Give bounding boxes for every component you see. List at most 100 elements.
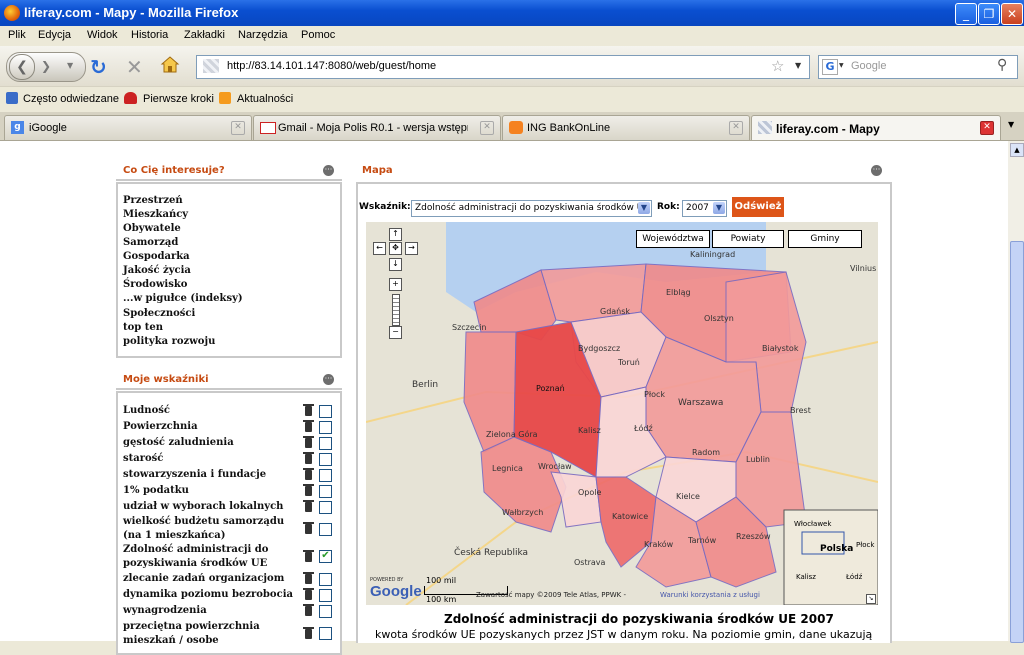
inset-toggle-icon[interactable]: ↘ (866, 594, 876, 604)
trash-icon[interactable] (303, 468, 314, 480)
bookmark-star-icon[interactable]: ☆ (771, 57, 784, 75)
interest-link[interactable]: Obywatele (123, 223, 181, 234)
tab-igoogle[interactable]: g iGoogle ✕ (4, 115, 252, 140)
indicator-checkbox[interactable] (319, 589, 332, 602)
interest-link[interactable]: Samorząd (123, 237, 178, 248)
zoom-out-icon[interactable]: − (389, 326, 402, 339)
portlet-options-icon[interactable]: ··· (871, 165, 882, 176)
trash-icon[interactable] (303, 522, 314, 534)
minimize-button[interactable]: _ (955, 3, 977, 25)
indicator-checkbox[interactable] (319, 501, 332, 514)
pan-down-icon[interactable]: ↓ (389, 258, 402, 271)
search-placeholder[interactable]: Google (851, 60, 886, 72)
close-tab-icon[interactable]: ✕ (980, 121, 994, 135)
interest-link[interactable]: Gospodarka (123, 251, 190, 262)
level-powiaty-button[interactable]: Powiaty (712, 230, 784, 248)
interest-link[interactable]: Społeczności (123, 308, 195, 319)
menu-historia[interactable]: Historia (131, 29, 168, 41)
trash-icon[interactable] (303, 627, 314, 639)
trash-icon[interactable] (303, 404, 314, 416)
menu-widok[interactable]: Widok (87, 29, 118, 41)
close-window-button[interactable]: ✕ (1001, 3, 1023, 25)
trash-icon[interactable] (303, 500, 314, 512)
choropleth-map[interactable]: Gdańsk Szczecin Bydgoszcz Toruń Poznań P… (366, 222, 878, 605)
close-tab-icon[interactable]: ✕ (231, 121, 245, 135)
chevron-down-icon[interactable]: ▼ (638, 202, 650, 214)
tab-list-dropdown-icon[interactable]: ▼ (1008, 120, 1014, 129)
zoom-in-icon[interactable]: + (389, 278, 402, 291)
level-wojewodztwa-button[interactable]: Województwa (636, 230, 710, 248)
menu-edycja[interactable]: Edycja (38, 29, 71, 41)
back-button[interactable]: ❮ (9, 54, 35, 80)
interest-link[interactable]: Mieszkańcy (123, 209, 188, 220)
vertical-scrollbar[interactable]: ▲ (1008, 141, 1024, 643)
url-dropdown-icon[interactable]: ▼ (795, 61, 801, 70)
indicator-checkbox-checked[interactable]: ✔ (319, 550, 332, 563)
trash-icon[interactable] (303, 604, 314, 616)
menu-zakladki[interactable]: Zakładki (184, 29, 225, 41)
maximize-button[interactable]: ❐ (978, 3, 1000, 25)
trash-icon[interactable] (303, 588, 314, 600)
interest-link[interactable]: Przestrzeń (123, 195, 183, 206)
indicator-checkbox[interactable] (319, 523, 332, 536)
portlet-options-icon[interactable]: ··· (323, 165, 334, 176)
bookmark-aktualnosci[interactable]: Aktualności (237, 93, 293, 105)
level-gminy-button[interactable]: Gminy (788, 230, 862, 248)
google-logo[interactable]: Google (370, 583, 422, 600)
menu-pomoc[interactable]: Pomoc (301, 29, 335, 41)
address-bar[interactable]: http://83.14.101.147:8080/web/guest/home… (196, 55, 810, 79)
tab-gmail[interactable]: Gmail - Moja Polis R0.1 - wersja wstępn.… (253, 115, 501, 140)
indicator-checkbox[interactable] (319, 405, 332, 418)
year-select[interactable]: 2007 ▼ (682, 200, 727, 217)
close-tab-icon[interactable]: ✕ (480, 121, 494, 135)
trash-icon[interactable] (303, 572, 314, 584)
search-magnifier-icon[interactable]: ⚲ (997, 57, 1007, 73)
menu-narzedzia[interactable]: Narzędzia (238, 29, 288, 41)
reload-icon[interactable]: ↻ (90, 55, 107, 79)
scroll-thumb[interactable] (1010, 241, 1024, 643)
pan-left-icon[interactable]: ← (373, 242, 386, 255)
indicator-checkbox[interactable] (319, 469, 332, 482)
bookmark-czesto-odwiedzane[interactable]: Często odwiedzane (23, 93, 119, 105)
tab-liferay-mapy[interactable]: liferay.com - Mapy ✕ (751, 115, 1001, 140)
google-engine-icon[interactable]: G (822, 59, 838, 75)
engine-dropdown-icon[interactable]: ▼ (839, 62, 844, 69)
tab-ing[interactable]: ING BankOnLine ✕ (502, 115, 750, 140)
url-text[interactable]: http://83.14.101.147:8080/web/guest/home (227, 60, 436, 72)
indicator-checkbox[interactable] (319, 485, 332, 498)
interest-link[interactable]: top ten (123, 322, 163, 333)
refresh-button[interactable]: Odśwież (732, 197, 784, 217)
menu-plik[interactable]: Plik (8, 29, 26, 41)
trash-icon[interactable] (303, 550, 314, 562)
pan-right-icon[interactable]: → (405, 242, 418, 255)
indicator-checkbox[interactable] (319, 627, 332, 640)
search-box[interactable]: G ▼ Google ⚲ (818, 55, 1018, 79)
interest-link[interactable]: Jakość życia (123, 265, 191, 276)
pan-center-icon[interactable]: ✥ (389, 242, 402, 255)
scroll-up-icon[interactable]: ▲ (1010, 143, 1024, 157)
indicator-select[interactable]: Zdolność administracji do pozyskiwania ś… (411, 200, 652, 217)
trash-icon[interactable] (303, 420, 314, 432)
indicator-checkbox[interactable] (319, 437, 332, 450)
zoom-slider[interactable] (392, 294, 400, 326)
trash-icon[interactable] (303, 436, 314, 448)
interest-link[interactable]: polityka rozwoju (123, 336, 215, 347)
trash-icon[interactable] (303, 484, 314, 496)
history-dropdown-icon[interactable]: ▼ (67, 61, 73, 70)
interest-link[interactable]: Środowisko (123, 279, 187, 290)
indicator-checkbox[interactable] (319, 573, 332, 586)
stop-icon[interactable]: ✕ (126, 55, 143, 79)
trash-icon[interactable] (303, 452, 314, 464)
close-tab-icon[interactable]: ✕ (729, 121, 743, 135)
indicator-checkbox[interactable] (319, 453, 332, 466)
terms-link[interactable]: Warunki korzystania z usługi (660, 591, 760, 599)
indicator-checkbox[interactable] (319, 421, 332, 434)
indicator-checkbox[interactable] (319, 605, 332, 618)
chevron-down-icon[interactable]: ▼ (713, 202, 725, 214)
pan-up-icon[interactable]: ↑ (389, 228, 402, 241)
bookmark-pierwsze-kroki[interactable]: Pierwsze kroki (143, 93, 214, 105)
interest-link[interactable]: ...w pigułce (indeksy) (123, 293, 243, 304)
portlet-options-icon[interactable]: ··· (323, 374, 334, 385)
forward-button[interactable]: ❯ (41, 59, 51, 73)
home-icon[interactable] (160, 55, 180, 73)
